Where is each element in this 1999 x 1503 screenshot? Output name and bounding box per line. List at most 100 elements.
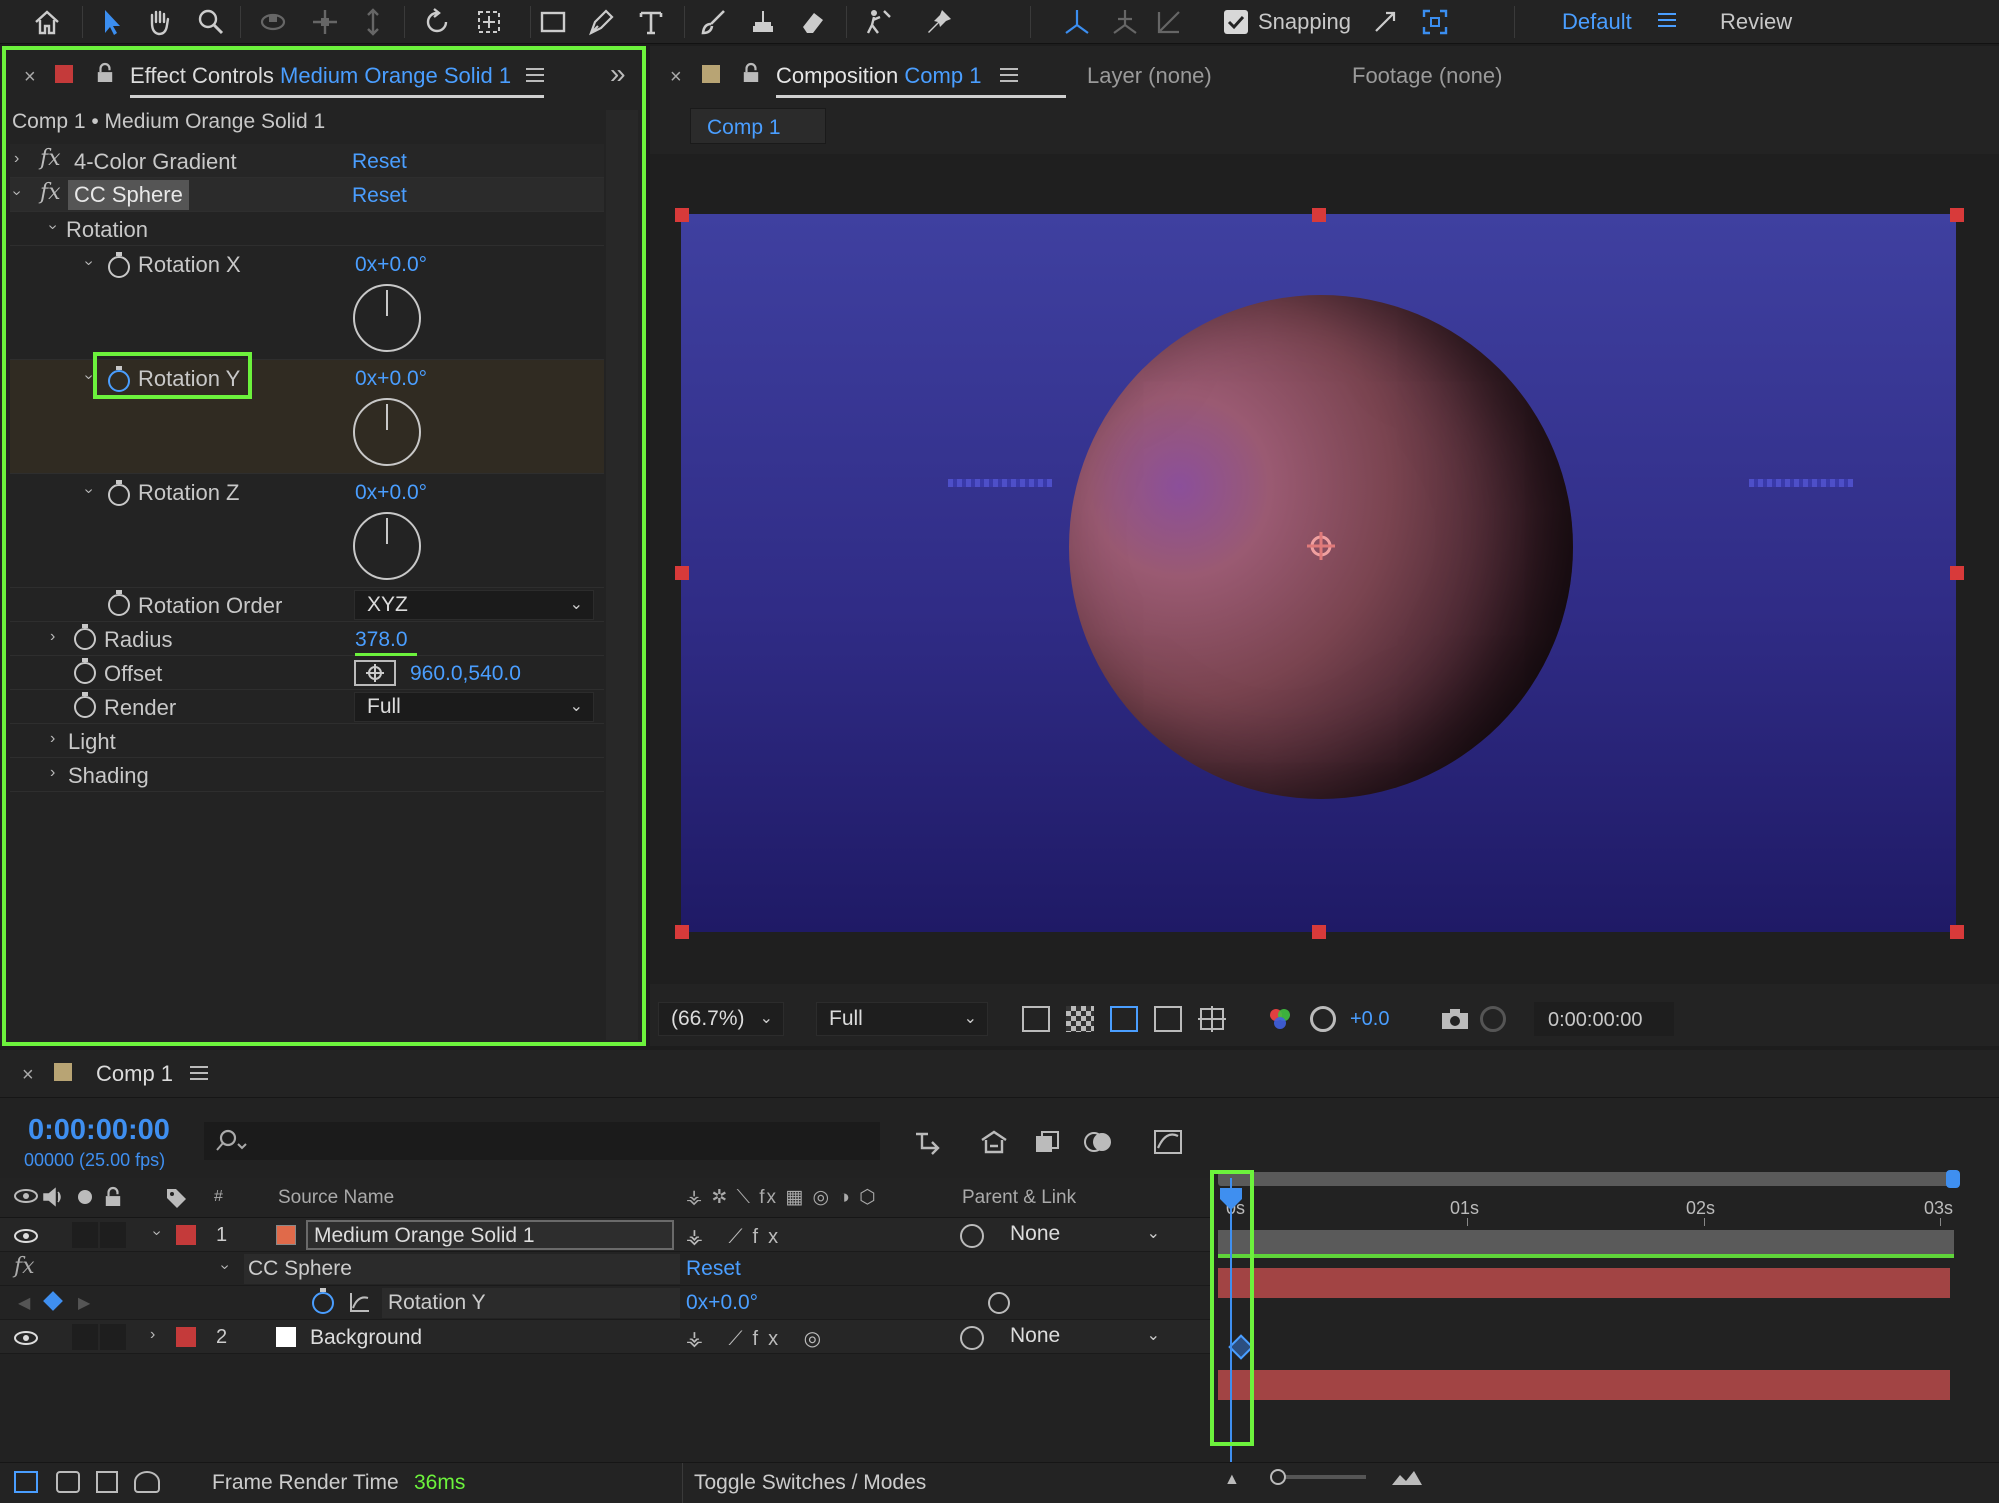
close-tab-icon[interactable]: × — [670, 66, 682, 89]
draft-3d-icon[interactable] — [978, 1128, 1010, 1156]
transform-handle[interactable] — [1950, 566, 1964, 580]
pick-whip-icon[interactable] — [988, 1292, 1010, 1314]
pan-camera-icon[interactable] — [308, 6, 342, 38]
zoom-tool-icon[interactable] — [194, 6, 228, 38]
property-row-rotation-y-timeline[interactable]: ◀ ▶ Rotation Y 0x+0.0° — [0, 1286, 1210, 1320]
zoom-slider-track[interactable] — [1272, 1475, 1366, 1479]
layer-name-field[interactable]: Medium Orange Solid 1 — [306, 1220, 674, 1250]
time-graph[interactable]: 0s 01s 02s 03s — [1210, 1098, 1999, 1498]
in-out-toggle-icon[interactable] — [96, 1471, 118, 1493]
layer-tab[interactable]: Layer (none) — [1087, 63, 1212, 89]
anchor-point-tool-icon[interactable] — [472, 6, 506, 38]
comp-navigator-button[interactable]: Comp 1 — [690, 108, 826, 144]
panel-menu-icon[interactable] — [190, 1066, 208, 1080]
composition-tab[interactable]: Composition Comp 1 — [776, 63, 981, 89]
snapping-checkbox[interactable] — [1224, 10, 1248, 34]
layer-row-2[interactable]: › 2 Background ⚶ ⟋fx ◎ None ⌄ — [0, 1320, 1210, 1354]
frame-blending-icon[interactable] — [1032, 1128, 1062, 1156]
eye-icon[interactable] — [14, 1228, 38, 1244]
property-value[interactable]: 0x+0.0° — [686, 1291, 758, 1315]
layer-switches[interactable]: ⚶ ⟋fx — [686, 1224, 788, 1249]
close-tab-icon[interactable]: × — [22, 1064, 34, 1087]
solo-switch[interactable] — [72, 1222, 98, 1248]
pen-tool-icon[interactable] — [584, 6, 618, 38]
puppet-pin-tool-icon[interactable] — [922, 6, 956, 38]
prev-keyframe-icon[interactable]: ◀ — [18, 1293, 30, 1313]
parent-dropdown[interactable]: None ⌄ — [998, 1322, 1170, 1352]
selection-tool-icon[interactable] — [94, 6, 128, 38]
pick-whip-icon[interactable] — [960, 1224, 984, 1248]
snap-features-icon[interactable] — [1418, 6, 1452, 38]
workspace-default[interactable]: Default — [1562, 9, 1632, 35]
transform-handle[interactable] — [675, 566, 689, 580]
parent-dropdown[interactable]: None ⌄ — [998, 1220, 1170, 1250]
transform-handle[interactable] — [1950, 208, 1964, 222]
transform-handle[interactable] — [1312, 925, 1326, 939]
transform-handle[interactable] — [675, 925, 689, 939]
home-icon[interactable] — [30, 6, 64, 38]
eye-icon[interactable] — [14, 1330, 38, 1346]
lock-switch[interactable] — [100, 1324, 126, 1350]
type-tool-icon[interactable] — [634, 6, 668, 38]
effect-row[interactable]: fx › CC Sphere Reset — [0, 1252, 1210, 1286]
chevron-down-icon[interactable]: › — [216, 1264, 234, 1269]
snapshot-camera-icon[interactable] — [1440, 1008, 1470, 1030]
brush-tool-icon[interactable] — [696, 6, 730, 38]
stopwatch-active-icon[interactable] — [312, 1288, 334, 1314]
graph-icon[interactable] — [348, 1290, 372, 1314]
rectangle-tool-icon[interactable] — [536, 6, 570, 38]
layer-name[interactable]: Background — [310, 1326, 422, 1350]
motion-blur-icon[interactable] — [1084, 1128, 1114, 1156]
transform-handle[interactable] — [1312, 208, 1326, 222]
work-area-end-handle[interactable] — [1946, 1170, 1960, 1188]
world-axis-mode-icon[interactable] — [1108, 6, 1142, 38]
source-name-header[interactable]: Source Name — [278, 1187, 394, 1209]
exposure-value[interactable]: +0.0 — [1350, 1008, 1389, 1031]
grid-guides-icon[interactable] — [1198, 1006, 1226, 1032]
lock-header-icon[interactable] — [104, 1186, 122, 1208]
lock-switch[interactable] — [100, 1222, 126, 1248]
label-color-red[interactable] — [176, 1327, 196, 1347]
region-of-interest-icon[interactable] — [1154, 1006, 1182, 1032]
anchor-point-icon[interactable] — [1305, 530, 1337, 562]
transform-handle[interactable] — [675, 208, 689, 222]
render-time-toggle-icon[interactable] — [134, 1471, 160, 1493]
exposure-icon[interactable] — [1310, 1006, 1336, 1032]
solo-switch[interactable] — [72, 1324, 98, 1350]
solo-header-icon[interactable] — [78, 1190, 92, 1204]
footage-tab[interactable]: Footage (none) — [1352, 63, 1502, 89]
orbit-camera-icon[interactable] — [256, 6, 290, 38]
snapping-label[interactable]: Snapping — [1258, 9, 1351, 35]
dolly-camera-icon[interactable] — [356, 6, 390, 38]
layer-switches[interactable]: ⚶ ⟋fx ◎ — [686, 1326, 831, 1351]
transparency-grid-icon[interactable] — [1066, 1006, 1094, 1032]
workspace-menu-icon[interactable] — [1658, 13, 1676, 27]
chevron-down-icon[interactable]: › — [148, 1230, 166, 1235]
toggle-switches-modes-button[interactable]: Toggle Switches / Modes — [694, 1471, 926, 1495]
timeline-timecode[interactable]: 0:00:00:00 — [28, 1114, 170, 1147]
magnification-dropdown[interactable]: (66.7%) ⌄ — [658, 1002, 784, 1036]
transform-handle[interactable] — [1950, 925, 1964, 939]
timeline-tab[interactable]: Comp 1 — [96, 1061, 173, 1087]
show-snapshot-icon[interactable] — [1480, 1006, 1506, 1032]
graph-editor-icon[interactable] — [1152, 1126, 1184, 1156]
zoom-in-icon[interactable] — [1390, 1469, 1424, 1487]
video-switch-header-icon[interactable] — [14, 1188, 38, 1204]
view-axis-mode-icon[interactable] — [1152, 6, 1186, 38]
snap-edges-icon[interactable] — [1368, 6, 1402, 38]
local-axis-mode-icon[interactable] — [1060, 6, 1094, 38]
pick-whip-icon[interactable] — [960, 1326, 984, 1350]
layer-row-1[interactable]: › 1 Medium Orange Solid 1 ⚶ ⟋fx None ⌄ — [0, 1218, 1210, 1252]
comp-frame[interactable] — [681, 214, 1956, 932]
audio-header-icon[interactable] — [42, 1186, 66, 1208]
mask-visibility-icon[interactable] — [1110, 1006, 1138, 1032]
roto-brush-tool-icon[interactable] — [862, 6, 896, 38]
lock-icon[interactable] — [742, 62, 760, 84]
panel-menu-icon[interactable] — [1000, 68, 1018, 82]
layer-1-duration-bar[interactable] — [1218, 1268, 1950, 1298]
fx-icon[interactable]: fx — [14, 1254, 35, 1279]
label-color-red[interactable] — [176, 1225, 196, 1245]
eraser-tool-icon[interactable] — [796, 6, 830, 38]
hand-tool-icon[interactable] — [142, 6, 176, 38]
rotate-tool-icon[interactable] — [420, 6, 454, 38]
